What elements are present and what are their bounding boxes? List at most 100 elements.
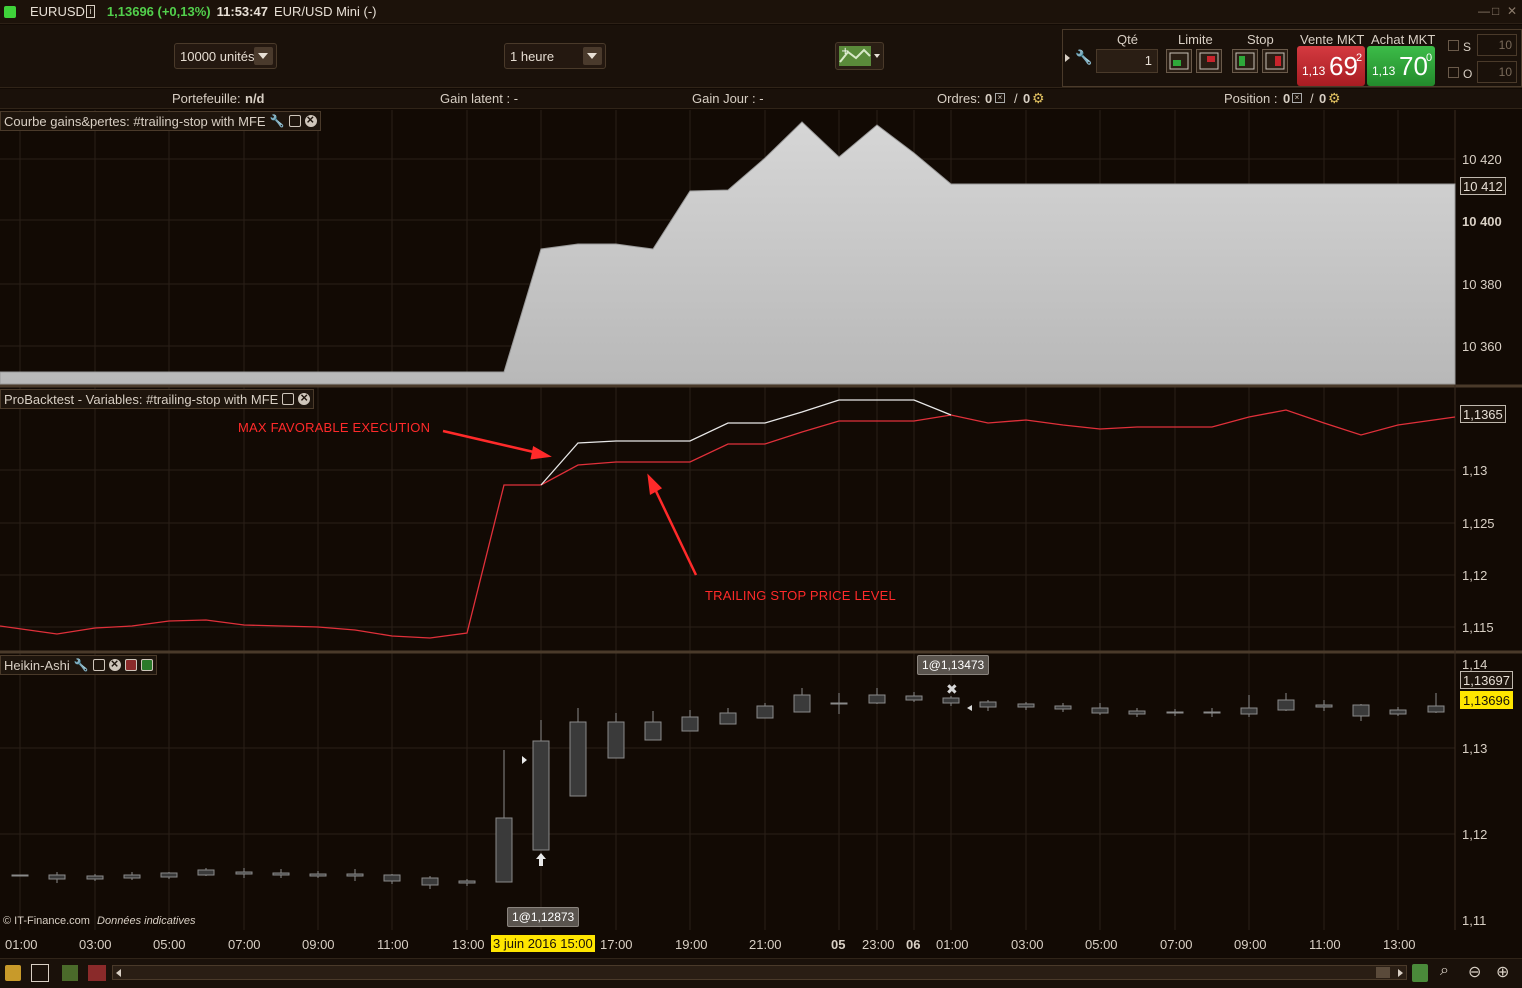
time-label: 11:00 (377, 937, 409, 952)
sell-market-button[interactable]: 1,13 69 2 (1297, 46, 1365, 86)
price-axis-label: 1,12 (1462, 827, 1488, 842)
time-label: 01:00 (5, 937, 38, 952)
zoom-area-icon[interactable]: ⌕ (1440, 962, 1449, 980)
horizontal-scrollbar[interactable] (112, 965, 1407, 980)
chevron-down-icon (254, 47, 273, 65)
buy-market-button[interactable]: 1,13 70 0 (1367, 46, 1435, 86)
price-change: 1,13696 (+0,13%) (106, 4, 211, 19)
scroll-thumb[interactable] (1376, 967, 1390, 978)
s-checkbox[interactable] (1448, 40, 1459, 51)
sell-price-main: 69 (1329, 51, 1358, 81)
s-input[interactable]: 10 (1477, 34, 1517, 56)
position-b: 0 (1319, 91, 1327, 106)
limit-label: Limite (1178, 32, 1213, 47)
chevron-down-icon (874, 54, 880, 58)
buy-price-main: 70 (1399, 51, 1428, 81)
candles-icon[interactable] (31, 964, 49, 982)
price-current-b: 1,13696 (1460, 691, 1513, 709)
list-icon[interactable] (88, 965, 106, 981)
cart-stop-icon (1235, 52, 1255, 70)
equity-axis-label: 10 420 (1462, 152, 1502, 167)
table-icon[interactable] (62, 965, 78, 981)
indicator-button[interactable]: + (835, 42, 884, 70)
toolbar: 10000 unités 1 heure + 🔧 Qté 1 Limite St… (0, 25, 1522, 88)
status-bar: Portefeuille: n/d Gain latent : - Gain J… (0, 89, 1522, 109)
info-icon[interactable]: i (86, 5, 95, 18)
quantity-select-value: 10000 unités (180, 48, 255, 64)
close-button[interactable]: ✕ (1507, 4, 1517, 18)
zoom-in-icon[interactable]: ⊕ (1496, 962, 1509, 982)
variables-axis-label: 1,115 (1462, 620, 1494, 635)
time-label: 09:00 (302, 937, 335, 952)
minimize-button[interactable]: — (1478, 4, 1490, 18)
close-icon[interactable] (304, 112, 317, 127)
scroll-right-icon[interactable] (1398, 969, 1403, 977)
qty-input[interactable]: 1 (1096, 49, 1158, 73)
wrench-icon[interactable]: 🔧 (1075, 49, 1092, 66)
position-sep: / (1310, 91, 1314, 106)
equity-panel-title: Courbe gains&pertes: #trailing-stop with… (4, 113, 266, 129)
orders-b: 0 (1023, 91, 1031, 106)
close-icon[interactable] (298, 390, 311, 405)
wrench-icon[interactable]: 🔧 (74, 658, 89, 672)
export-icon[interactable] (140, 659, 153, 671)
up-arrow-icon[interactable] (536, 853, 546, 866)
equity-current-value: 10 412 (1460, 177, 1506, 195)
quantity-select[interactable]: 10000 unités (174, 43, 277, 69)
exit-marker-icon[interactable]: ✖ (946, 682, 958, 698)
variables-panel-title: ProBacktest - Variables: #trailing-stop … (4, 391, 279, 407)
window-icon[interactable] (288, 115, 301, 127)
close-position-icon[interactable]: × (1292, 93, 1302, 103)
limit-buy-button[interactable] (1166, 49, 1192, 73)
chart-canvas[interactable]: ✖ (0, 110, 1522, 958)
o-input[interactable]: 10 (1477, 61, 1517, 83)
o-checkbox[interactable] (1448, 67, 1459, 78)
clock: 11:53:47 (216, 4, 268, 19)
window-icon[interactable] (92, 659, 105, 671)
app-menu-icon[interactable] (4, 6, 16, 18)
buy-price-prefix: 1,13 (1372, 64, 1396, 78)
title-bar: i EURUSD 1,13696 (+0,13%) 11:53:47 EUR/U… (0, 0, 1522, 24)
zoom-fit-icon[interactable] (1412, 964, 1428, 982)
buy-label: Achat MKT (1371, 32, 1436, 47)
wrench-icon[interactable]: 🔧 (270, 114, 285, 128)
buy-price-sup: 0 (1426, 52, 1433, 64)
exit-tooltip: 1@1,13473 (917, 655, 990, 675)
sell-price-sup: 2 (1356, 52, 1363, 64)
download-icon[interactable] (124, 659, 137, 671)
zoom-out-icon[interactable]: ⊖ (1468, 962, 1481, 982)
time-label: 13:00 (1383, 937, 1416, 952)
equity-axis-label: 10 360 (1462, 339, 1502, 354)
expand-icon[interactable] (1065, 54, 1070, 62)
trailing-stop-line (0, 409, 1456, 639)
mfe-annotation: MAX FAVORABLE EXECUTION (238, 420, 431, 435)
credit-note: Données indicatives (97, 915, 196, 927)
gear-icon[interactable]: ⚙ (1328, 90, 1341, 107)
price-panel-header: Heikin-Ashi 🔧 (0, 655, 157, 675)
window-icon[interactable] (282, 393, 295, 405)
entry-marker[interactable] (522, 756, 527, 764)
chart-type-icon[interactable] (5, 965, 21, 981)
price-axis-label: 1,13 (1462, 741, 1488, 756)
equity-area (0, 121, 1456, 385)
stop-label: Stop (1247, 32, 1274, 47)
gear-icon[interactable]: ⚙ (1032, 90, 1045, 107)
time-label: 11:00 (1309, 937, 1341, 952)
close-icon[interactable] (108, 656, 121, 671)
equity-axis-label: 10 380 (1462, 277, 1502, 292)
scroll-left-icon[interactable] (116, 969, 121, 977)
o-label: O (1463, 67, 1473, 81)
cancel-orders-icon[interactable]: × (995, 93, 1005, 103)
stop-buy-button[interactable] (1232, 49, 1258, 73)
interval-select-value: 1 heure (510, 48, 555, 64)
symbol-label: EURUSD (30, 4, 85, 19)
time-label: 03:00 (79, 937, 112, 952)
equity-panel-header: Courbe gains&pertes: #trailing-stop with… (0, 111, 321, 131)
interval-select[interactable]: 1 heure (504, 43, 606, 69)
maximize-button[interactable]: □ (1492, 4, 1499, 18)
cart-stop-icon (1265, 52, 1285, 70)
stop-sell-button[interactable] (1262, 49, 1288, 73)
s-label: S (1463, 40, 1472, 54)
limit-sell-button[interactable] (1196, 49, 1222, 73)
bottom-toolbar: ⌕ ⊖ ⊕ (0, 958, 1522, 988)
